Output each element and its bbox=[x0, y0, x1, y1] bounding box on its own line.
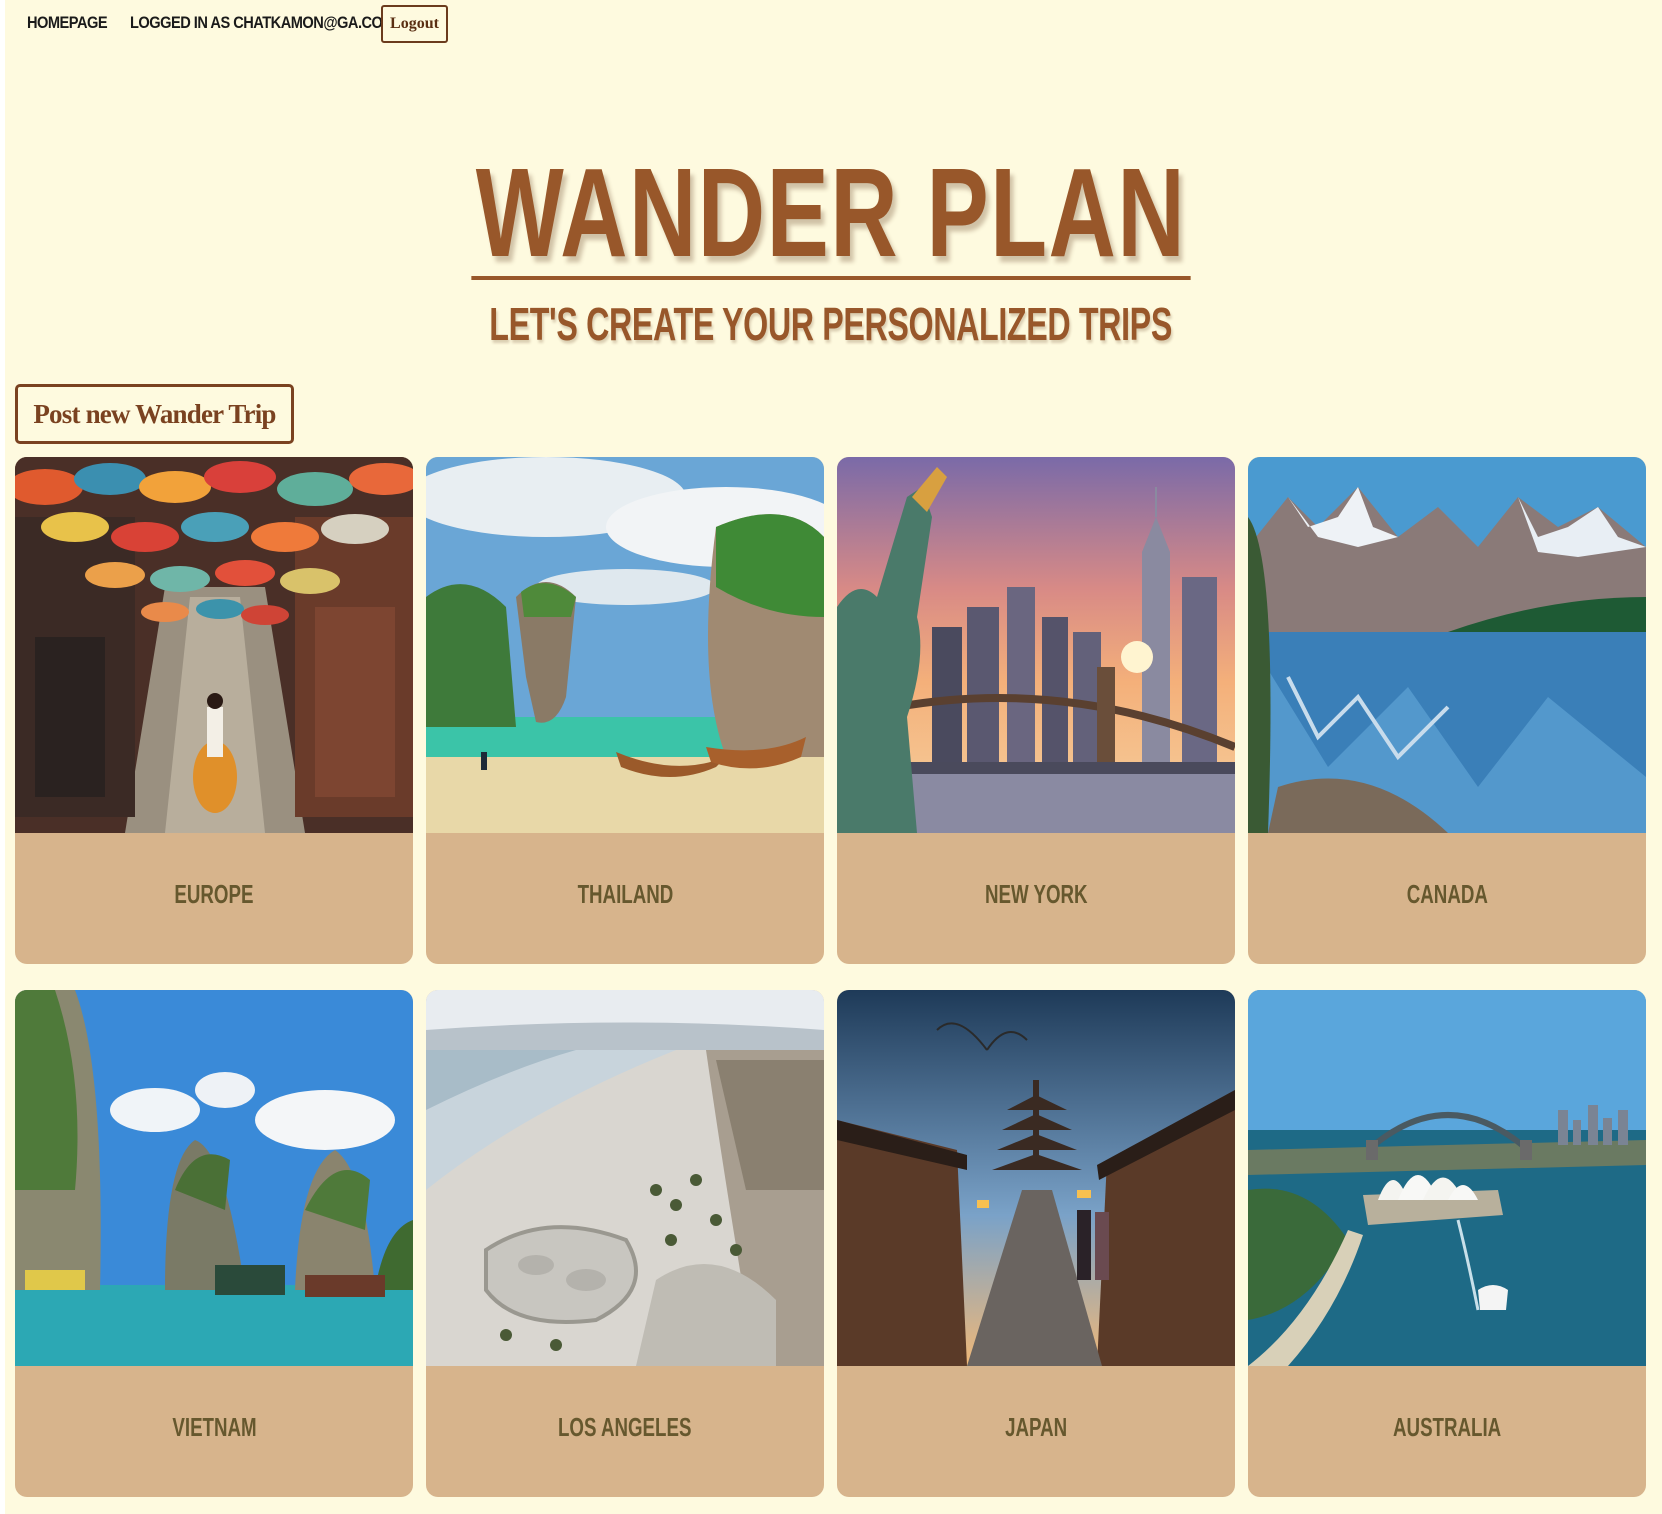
page-subtitle: LET'S CREATE YOUR PERSONALIZED TRIPS bbox=[0, 298, 1662, 350]
destination-label-box: JAPAN bbox=[837, 1366, 1235, 1497]
destination-label: CANADA bbox=[1406, 879, 1488, 909]
destination-card-australia[interactable]: AUSTRALIA bbox=[1248, 990, 1646, 1497]
destination-photo-canada bbox=[1248, 457, 1646, 833]
destination-label: LOS ANGELES bbox=[558, 1412, 692, 1442]
destination-label-box: AUSTRALIA bbox=[1248, 1366, 1646, 1497]
destination-card-vietnam[interactable]: VIETNAM bbox=[15, 990, 413, 1497]
destination-label: NEW YORK bbox=[984, 879, 1088, 909]
page-title-text: WANDER PLAN bbox=[471, 150, 1191, 280]
destination-card-japan[interactable]: JAPAN bbox=[837, 990, 1235, 1497]
destination-grid: EUROPE THAILAND NEW YORK CANADA VIETNAM … bbox=[15, 457, 1646, 1497]
destination-photo-thailand bbox=[426, 457, 824, 833]
destination-label-box: EUROPE bbox=[15, 833, 413, 964]
destination-label-box: THAILAND bbox=[426, 833, 824, 964]
destination-card-new-york[interactable]: NEW YORK bbox=[837, 457, 1235, 964]
nav-homepage-link[interactable]: HOMEPAGE bbox=[27, 13, 108, 33]
page-title: WANDER PLAN bbox=[0, 150, 1662, 280]
page-subtitle-text: LET'S CREATE YOUR PERSONALIZED TRIPS bbox=[489, 298, 1173, 350]
destination-card-thailand[interactable]: THAILAND bbox=[426, 457, 824, 964]
destination-label: JAPAN bbox=[1004, 1412, 1068, 1442]
destination-label: AUSTRALIA bbox=[1392, 1412, 1502, 1442]
destination-label: EUROPE bbox=[174, 879, 254, 909]
post-new-trip-button[interactable]: Post new Wander Trip bbox=[15, 384, 294, 444]
logged-in-user-label: LOGGED IN AS CHATKAMON@GA.CO bbox=[130, 13, 383, 32]
destination-photo-los-angeles bbox=[426, 990, 824, 1366]
destination-label: VIETNAM bbox=[171, 1412, 257, 1442]
destination-label-box: NEW YORK bbox=[837, 833, 1235, 964]
destination-photo-australia bbox=[1248, 990, 1646, 1366]
destination-photo-europe bbox=[15, 457, 413, 833]
destination-photo-japan bbox=[837, 990, 1235, 1366]
destination-card-los-angeles[interactable]: LOS ANGELES bbox=[426, 990, 824, 1497]
destination-label-box: LOS ANGELES bbox=[426, 1366, 824, 1497]
destination-photo-vietnam bbox=[15, 990, 413, 1366]
destination-label-box: CANADA bbox=[1248, 833, 1646, 964]
top-navigation: HOMEPAGE LOGGED IN AS CHATKAMON@GA.CO Lo… bbox=[0, 0, 600, 52]
destination-label: THAILAND bbox=[577, 879, 673, 909]
destination-photo-new-york bbox=[837, 457, 1235, 833]
destination-card-canada[interactable]: CANADA bbox=[1248, 457, 1646, 964]
destination-label-box: VIETNAM bbox=[15, 1366, 413, 1497]
logout-button[interactable]: Logout bbox=[381, 5, 448, 43]
destination-card-europe[interactable]: EUROPE bbox=[15, 457, 413, 964]
